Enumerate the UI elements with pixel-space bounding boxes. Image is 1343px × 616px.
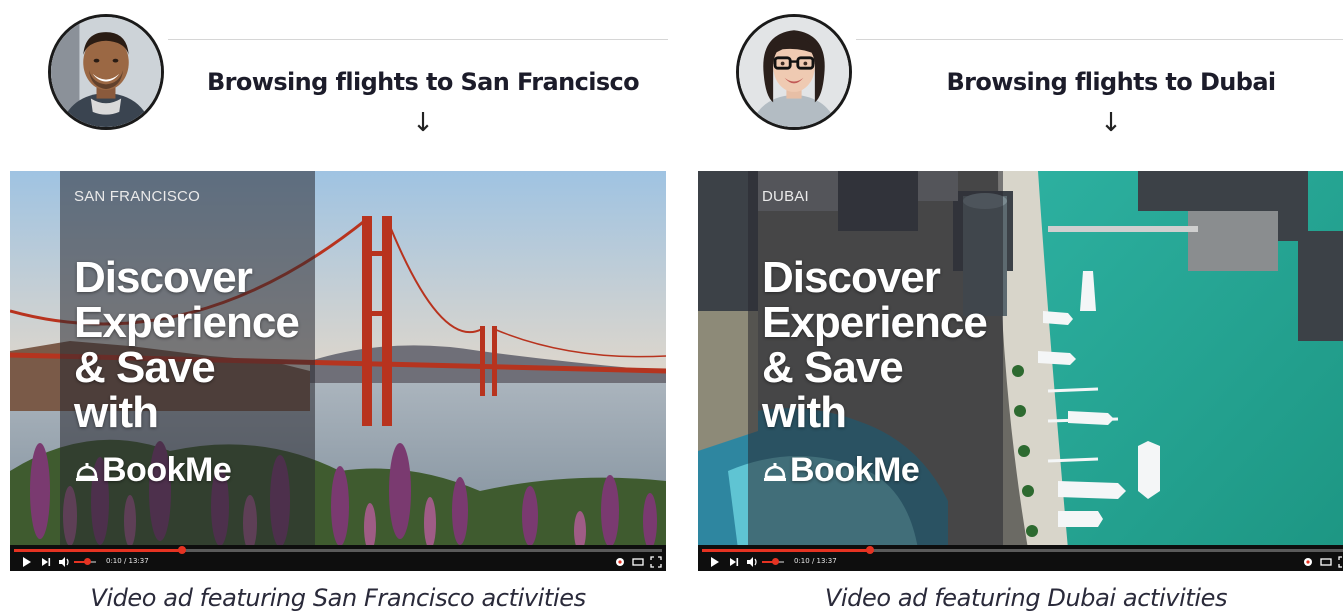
- next-icon[interactable]: [41, 556, 51, 568]
- headline-line: Experience: [762, 298, 988, 347]
- headline-line: Discover: [74, 253, 253, 302]
- bell-icon: [74, 458, 100, 484]
- ad-caption: Video ad featuring San Francisco activit…: [90, 584, 586, 612]
- brand-name: BookMe: [102, 451, 232, 489]
- arrow-down-icon: ↓: [412, 108, 434, 138]
- theater-icon[interactable]: [632, 556, 644, 568]
- settings-icon[interactable]: [1302, 556, 1314, 568]
- headline-line: & Save: [762, 343, 904, 392]
- city-label: SAN FRANCISCO: [74, 188, 200, 205]
- divider-line: [856, 39, 1343, 40]
- browsing-label: Browsing flights to San Francisco: [206, 68, 640, 96]
- volume-icon[interactable]: [58, 556, 70, 568]
- play-icon[interactable]: [710, 556, 720, 568]
- progress-fill: [702, 549, 871, 552]
- headline-line: Discover: [762, 253, 941, 302]
- ad-headline: Discover Experience & Save with: [762, 255, 1002, 435]
- time-display: 0:10 / 13:37: [794, 557, 837, 565]
- progress-fill: [14, 549, 183, 552]
- progress-handle[interactable]: [178, 546, 187, 554]
- city-label: DUBAI: [762, 188, 809, 205]
- man-avatar: [48, 14, 164, 130]
- progress-bar[interactable]: [14, 546, 662, 554]
- ad-panel-san-francisco: Browsing flights to San Francisco ↓ SAN …: [8, 0, 668, 616]
- headline-line: Experience: [74, 298, 300, 347]
- volume-icon[interactable]: [746, 556, 758, 568]
- next-icon[interactable]: [729, 556, 739, 568]
- volume-slider[interactable]: [762, 558, 784, 565]
- volume-slider[interactable]: [74, 558, 96, 565]
- fullscreen-icon[interactable]: [650, 556, 662, 568]
- settings-icon[interactable]: [614, 556, 626, 568]
- progress-handle[interactable]: [866, 546, 875, 554]
- divider-line: [168, 39, 668, 40]
- woman-avatar: [736, 14, 852, 130]
- fullscreen-icon[interactable]: [1338, 556, 1343, 568]
- headline-line: & Save: [74, 343, 216, 392]
- headline-line: with: [74, 388, 159, 437]
- bell-icon: [762, 458, 788, 484]
- volume-handle[interactable]: [772, 558, 780, 565]
- play-icon[interactable]: [22, 556, 32, 568]
- video-player[interactable]: SAN FRANCISCO Discover Experience & Save…: [10, 171, 666, 571]
- ad-headline: Discover Experience & Save with: [74, 255, 314, 435]
- ad-caption: Video ad featuring Dubai activities: [824, 584, 1228, 612]
- browsing-label: Browsing flights to Dubai: [946, 68, 1276, 96]
- brand-logo: BookMe: [74, 451, 232, 490]
- brand-name: BookMe: [790, 451, 920, 489]
- theater-icon[interactable]: [1320, 556, 1332, 568]
- progress-bar[interactable]: [702, 546, 1343, 554]
- video-controls: 0:10 / 13:37: [698, 545, 1343, 571]
- arrow-down-icon: ↓: [1100, 108, 1122, 138]
- time-display: 0:10 / 13:37: [106, 557, 149, 565]
- video-player[interactable]: DUBAI Discover Experience & Save with Bo…: [698, 171, 1343, 571]
- video-controls: 0:10 / 13:37: [10, 545, 666, 571]
- ad-panel-dubai: Browsing flights to Dubai ↓ DUBAI Discov…: [696, 0, 1343, 616]
- brand-logo: BookMe: [762, 451, 920, 490]
- volume-handle[interactable]: [84, 558, 92, 565]
- headline-line: with: [762, 388, 847, 437]
